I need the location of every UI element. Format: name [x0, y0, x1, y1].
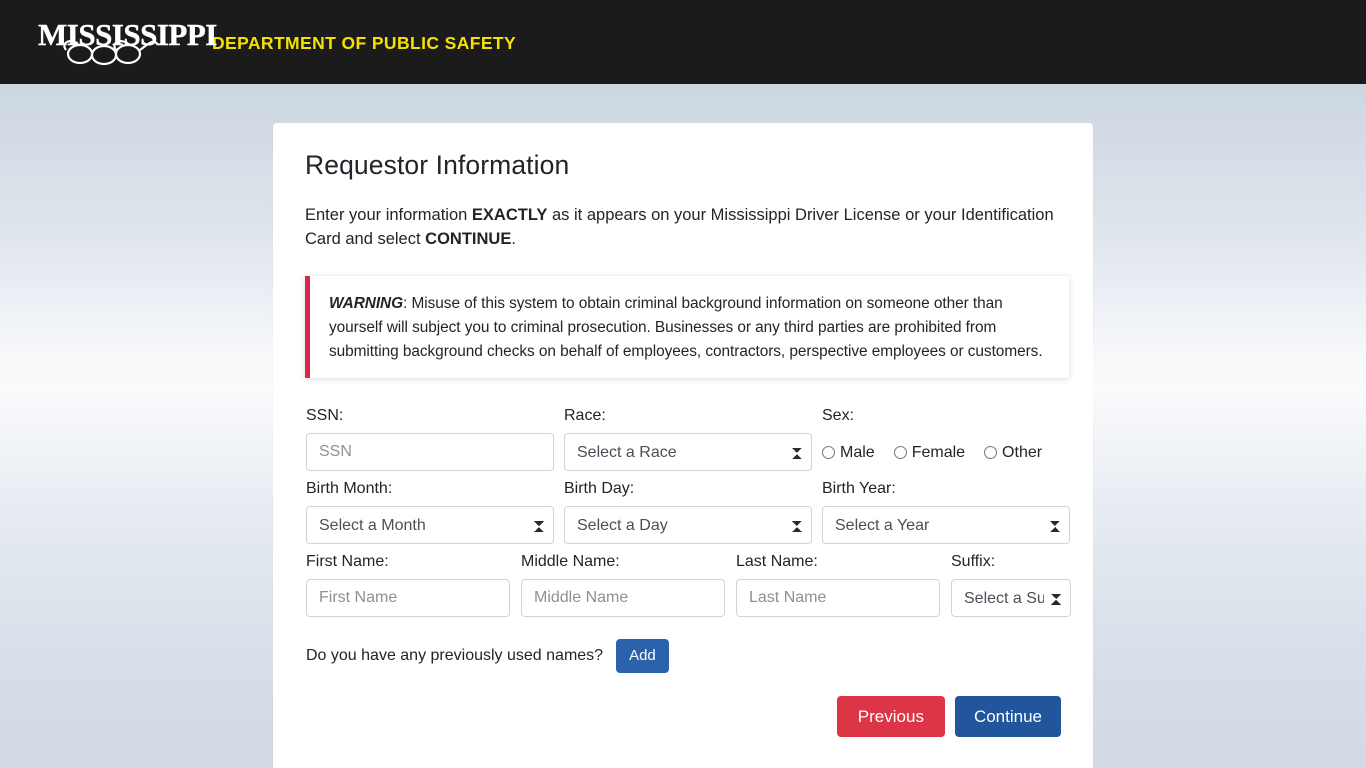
radio-icon-other[interactable]: [984, 446, 998, 459]
previous-names-row: Do you have any previously used names? A…: [306, 639, 1061, 673]
warning-label: WARNING: [329, 295, 404, 312]
intro-text: Enter your information EXACTLY as it app…: [305, 203, 1057, 251]
radio-icon-female[interactable]: [893, 446, 907, 459]
birth-month-label: Birth Month:: [306, 480, 393, 497]
logo-loops-icon: [63, 40, 159, 66]
last-name-label: Last Name:: [736, 553, 818, 570]
birth-year-label: Birth Year:: [822, 480, 896, 497]
field-sex: Sex: Male Female Other: [822, 406, 1042, 471]
previous-names-question: Do you have any previously used names?: [306, 647, 604, 664]
sex-label: Sex:: [822, 407, 855, 424]
field-birth-day: Birth Day: Select a Day: [564, 479, 812, 544]
middle-name-input[interactable]: [521, 579, 725, 617]
radio-icon-male[interactable]: [822, 446, 835, 459]
intro-emphasis-continue: CONTINUE: [425, 230, 512, 248]
ssn-label: SSN:: [306, 407, 344, 424]
birth-day-select[interactable]: Select a Day: [564, 506, 812, 544]
first-name-label: First Name:: [306, 553, 389, 570]
requestor-form: SSN: Race: Select a Race Sex: Male: [305, 406, 1071, 737]
field-race: Race: Select a Race: [564, 406, 812, 471]
intro-part1: Enter your information: [305, 206, 472, 224]
suffix-select[interactable]: Select a Suffix: [951, 579, 1071, 617]
form-navigation: Previous Continue: [306, 696, 1061, 737]
sex-option-male-label: Male: [840, 443, 875, 461]
warning-banner: WARNING: Misuse of this system to obtain…: [305, 276, 1069, 378]
race-label: Race:: [564, 407, 606, 424]
birth-month-select[interactable]: Select a Month: [306, 506, 554, 544]
field-first-name: First Name:: [306, 552, 510, 617]
last-name-input[interactable]: [736, 579, 940, 617]
intro-part3: .: [511, 230, 516, 248]
sex-option-other-label: Other: [1002, 443, 1043, 461]
middle-name-label: Middle Name:: [521, 553, 620, 570]
page-title: Requestor Information: [305, 150, 570, 180]
field-middle-name: Middle Name:: [521, 552, 725, 617]
ssn-input[interactable]: [306, 433, 554, 471]
warning-text: WARNING: Misuse of this system to obtain…: [329, 292, 1049, 364]
previous-button[interactable]: Previous: [836, 696, 945, 737]
form-row-names: First Name: Middle Name: Last Name: Suff…: [306, 552, 1071, 617]
birth-day-label: Birth Day:: [564, 480, 635, 497]
mississippi-loops-logo: MISSISSIPPI: [38, 17, 218, 68]
form-row-identity: SSN: Race: Select a Race Sex: Male: [306, 406, 1061, 471]
sex-option-female[interactable]: Female: [893, 443, 966, 462]
brand-logo: MISSISSIPPI DEPARTMENT OF PUBLIC SAFETY: [38, 16, 516, 68]
sex-option-male[interactable]: Male: [822, 444, 875, 462]
add-previous-name-button[interactable]: Add: [616, 639, 669, 673]
suffix-label: Suffix:: [951, 553, 996, 570]
warning-body: : Misuse of this system to obtain crimin…: [329, 295, 1043, 360]
field-birth-year: Birth Year: Select a Year: [822, 479, 1070, 544]
field-last-name: Last Name:: [736, 552, 940, 617]
race-select[interactable]: Select a Race: [564, 433, 812, 471]
birth-year-select[interactable]: Select a Year: [822, 506, 1070, 544]
field-ssn: SSN:: [306, 406, 554, 471]
field-birth-month: Birth Month: Select a Month: [306, 479, 554, 544]
intro-emphasis-exactly: EXACTLY: [471, 206, 548, 224]
continue-button[interactable]: Continue: [954, 696, 1061, 737]
department-title: DEPARTMENT OF PUBLIC SAFETY: [212, 32, 517, 53]
sex-radio-group: Male Female Other: [822, 433, 1042, 471]
first-name-input[interactable]: [306, 579, 510, 617]
site-header: MISSISSIPPI DEPARTMENT OF PUBLIC SAFETY: [0, 0, 1366, 84]
sex-option-other[interactable]: Other: [984, 444, 1042, 462]
requestor-information-card: Requestor Information Enter your informa…: [273, 123, 1093, 768]
field-suffix: Suffix: Select a Suffix: [951, 552, 1071, 617]
form-row-birthdate: Birth Month: Select a Month Birth Day: S…: [306, 479, 1070, 544]
sex-option-female-label: Female: [911, 443, 966, 461]
